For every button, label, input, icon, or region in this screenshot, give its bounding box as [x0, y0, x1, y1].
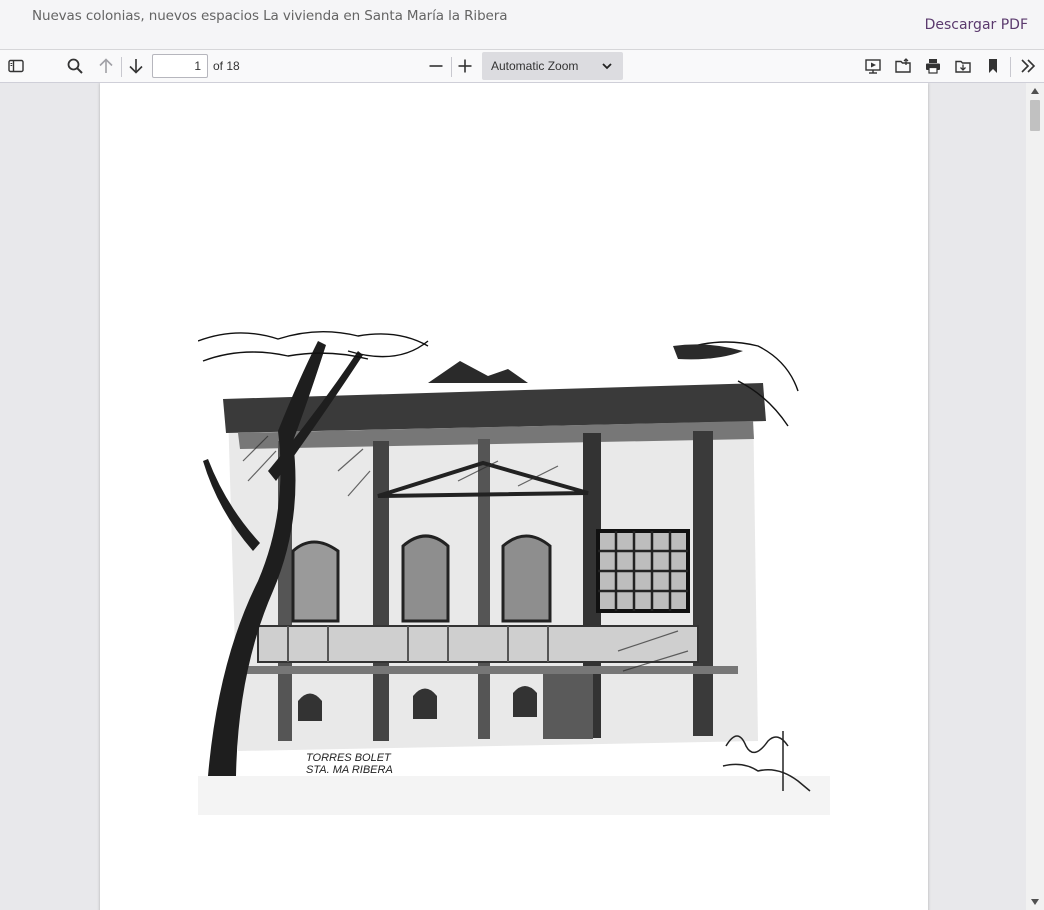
- scroll-up-arrow-icon[interactable]: [1031, 88, 1039, 94]
- zoom-out-button[interactable]: [423, 53, 449, 79]
- toolbar-separator: [1010, 57, 1011, 77]
- pdf-page: TORRES BOLET STA. MA RIBERA: [100, 83, 928, 910]
- presentation-mode-icon: [865, 59, 881, 74]
- sketch-caption-line-2: STA. MA RIBERA: [306, 764, 393, 776]
- zoom-select-value: Automatic Zoom: [491, 59, 579, 73]
- scroll-thumb[interactable]: [1030, 100, 1040, 131]
- toolbar-separator: [121, 57, 122, 77]
- next-page-button[interactable]: [123, 53, 149, 79]
- page-count-label: of 18: [213, 59, 240, 73]
- zoom-out-icon: [429, 65, 443, 67]
- print-button[interactable]: [920, 53, 946, 79]
- bookmark-button[interactable]: [980, 53, 1006, 79]
- sidebar-toggle-button[interactable]: [3, 53, 29, 79]
- viewer-scrollbar[interactable]: [1026, 83, 1044, 910]
- arrow-up-icon: [99, 58, 113, 73]
- double-chevron-right-icon: [1021, 59, 1036, 73]
- document-title: Nuevas colonias, nuevos espacios La vivi…: [32, 8, 508, 24]
- sidebar-toggle-icon: [8, 59, 24, 73]
- pdf-viewer[interactable]: TORRES BOLET STA. MA RIBERA: [0, 83, 1044, 910]
- presentation-mode-button[interactable]: [860, 53, 886, 79]
- previous-page-button[interactable]: [93, 53, 119, 79]
- scroll-down-arrow-icon[interactable]: [1031, 899, 1039, 905]
- arrow-down-icon: [129, 59, 143, 74]
- tools-menu-button[interactable]: [1015, 53, 1041, 79]
- zoom-in-button[interactable]: [452, 53, 478, 79]
- open-file-button[interactable]: [890, 53, 916, 79]
- building-sketch-image: TORRES BOLET STA. MA RIBERA: [198, 321, 830, 815]
- download-icon: [955, 60, 971, 73]
- page-number-input[interactable]: [152, 54, 208, 78]
- print-icon: [926, 59, 940, 74]
- download-pdf-link[interactable]: Descargar PDF: [925, 17, 1028, 33]
- open-file-icon: [895, 58, 911, 73]
- search-icon: [67, 58, 83, 74]
- bookmark-icon: [989, 59, 997, 73]
- zoom-in-icon: [458, 59, 472, 73]
- find-button[interactable]: [62, 53, 88, 79]
- pdf-toolbar: of 18 Automatic Zoom: [0, 50, 1044, 83]
- download-button[interactable]: [950, 53, 976, 79]
- sketch-caption-line-1: TORRES BOLET: [306, 752, 392, 764]
- top-header: Nuevas colonias, nuevos espacios La vivi…: [0, 0, 1044, 50]
- zoom-select[interactable]: Automatic Zoom: [482, 52, 623, 80]
- chevron-down-icon: [602, 63, 612, 70]
